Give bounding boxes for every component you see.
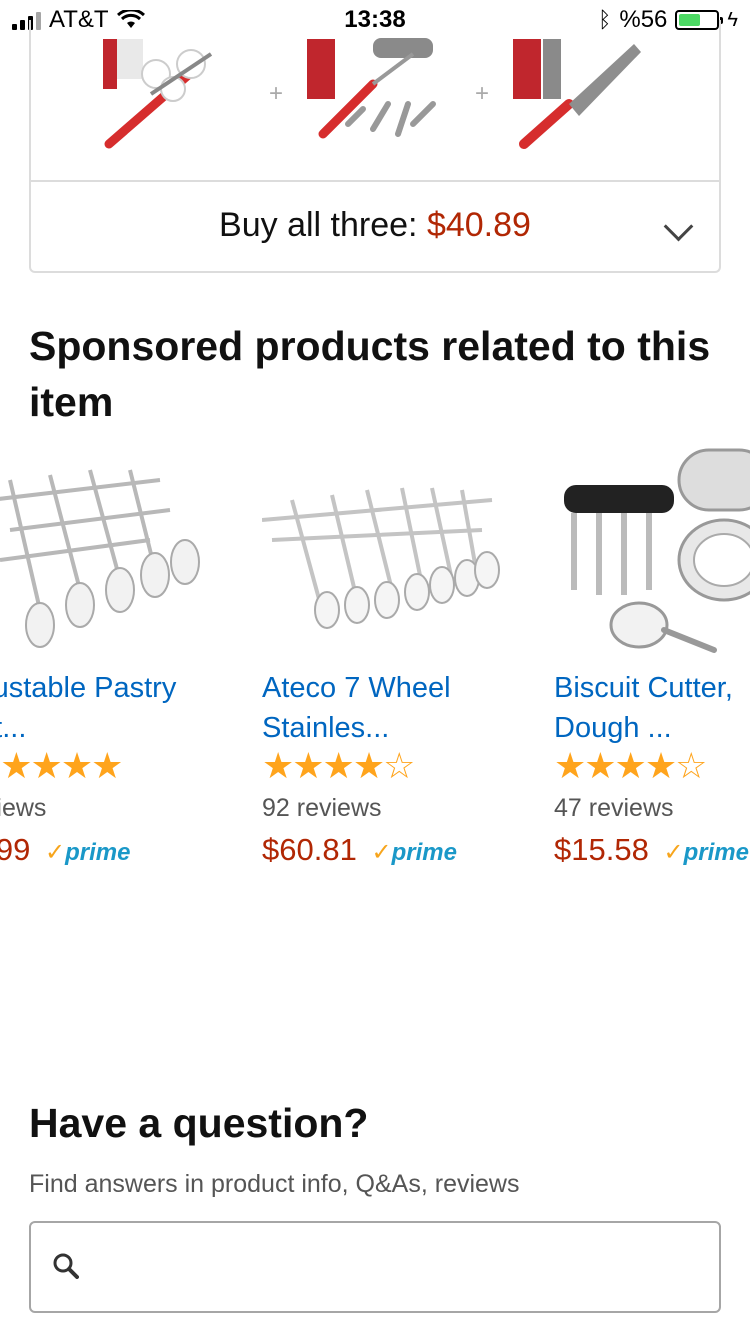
product-image-pastry-cutter[interactable] [509,34,649,170]
prime-check-icon: ✓ [663,839,684,866]
question-section-title: Have a question? [29,1100,369,1146]
product-title[interactable]: djustable Pastry utt... [0,668,220,748]
question-subtitle: Find answers in product info, Q&As, revi… [29,1170,520,1198]
product-title[interactable]: Ateco 7 Wheel Stainles... [262,668,512,748]
star-rating-icon[interactable]: ★★★★☆ [262,746,415,786]
prime-badge: ✓prime [663,839,749,866]
plus-sign: + [475,80,490,107]
question-search-input[interactable] [101,1243,695,1295]
product-image-pastry-roller[interactable] [303,34,443,170]
sponsored-section-title: Sponsored products related to this item [29,323,711,425]
price-row: $15.58 ✓prime [554,832,749,868]
product-price: 7.99 [0,832,31,867]
product-image-ateco-7-wheel[interactable] [262,440,522,660]
prime-badge: ✓prime [44,839,131,866]
plus-sign: + [269,80,284,107]
product-price: $60.81 [262,832,357,867]
star-rating-icon[interactable]: ★★★★☆ [554,746,707,786]
buy-all-price: $40.89 [426,206,531,244]
prime-check-icon: ✓ [44,839,66,866]
buy-all-label: Buy all three: [219,206,418,244]
star-rating-icon[interactable]: ★★★★★ [0,746,123,786]
product-image-biscuit-cutter[interactable] [554,440,750,660]
product-title[interactable]: Biscuit Cutter, Dough ... [554,668,750,748]
bundle-divider [31,180,719,182]
review-count[interactable]: 47 reviews [554,794,674,823]
search-icon [53,1253,79,1279]
prime-badge: ✓prime [371,839,457,866]
price-row: 7.99 ✓prime [0,832,130,868]
price-row: $60.81 ✓prime [262,832,457,868]
prime-check-icon: ✓ [371,839,392,866]
product-image-pastry-wheel[interactable] [91,34,231,170]
buy-all-row[interactable]: Buy all three: $40.89 [31,206,719,245]
charging-icon: ϟ [727,8,738,31]
product-price: $15.58 [554,832,649,867]
review-count[interactable]: 92 reviews [262,794,382,823]
review-count[interactable]: eviews [0,794,46,823]
bundle-products: + + [31,20,719,180]
product-image-adjustable-pastry-cutter[interactable] [0,440,230,660]
frequently-bought-together-card: + + Buy all three: $40.89 [29,20,721,273]
question-search-box[interactable] [29,1221,721,1313]
